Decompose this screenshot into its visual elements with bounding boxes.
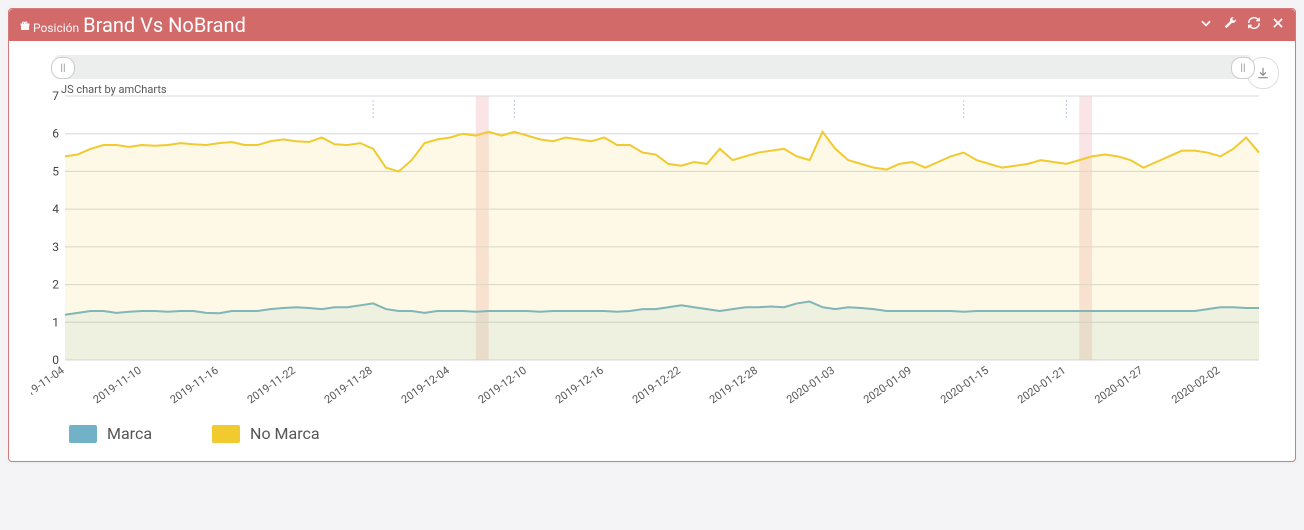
x-tick-label: 2019-12-28 [707, 364, 760, 407]
x-tick-label: 2020-01-09 [861, 364, 914, 407]
x-tick-label: 2020-02-02 [1169, 364, 1222, 407]
x-tick-label: 2019-12-04 [399, 364, 452, 407]
y-tick-label: 4 [52, 202, 59, 216]
legend-swatch-no-marca [212, 425, 240, 443]
close-icon[interactable] [1271, 16, 1285, 34]
x-tick-label: 2019-11-22 [245, 364, 298, 407]
x-tick-label: 2020-01-15 [938, 364, 991, 407]
x-tick-label: 2019-12-16 [553, 364, 606, 407]
wrench-icon[interactable] [1223, 16, 1237, 34]
legend-label-marca: Marca [107, 424, 152, 443]
chart-area: 012345672019-11-042019-11-102019-11-1620… [31, 90, 1273, 420]
legend-item-marca[interactable]: Marca [69, 424, 152, 443]
panel-title: Brand Vs NoBrand [83, 13, 246, 37]
legend-swatch-marca [69, 425, 97, 443]
range-handle-right[interactable]: || [1231, 57, 1255, 79]
x-tick-label: 2019-11-16 [168, 364, 221, 407]
panel-title-group: Posición Brand Vs NoBrand [19, 13, 246, 37]
x-tick-label: 2019-11-10 [91, 364, 144, 407]
time-range-scrollbar[interactable]: || || [55, 55, 1251, 79]
legend-label-no-marca: No Marca [250, 424, 320, 443]
x-tick-label: 2019-11-04 [31, 364, 67, 407]
x-tick-label: 2020-01-27 [1092, 364, 1145, 407]
range-handle-left[interactable]: || [51, 57, 75, 79]
x-tick-label: 2019-12-22 [630, 364, 683, 407]
gift-icon [19, 20, 31, 35]
y-tick-label: 6 [52, 127, 59, 141]
y-tick-label: 5 [52, 164, 59, 178]
series-area [65, 132, 1259, 360]
line-chart: 012345672019-11-042019-11-102019-11-1620… [31, 90, 1277, 420]
y-tick-label: 2 [52, 278, 59, 292]
x-tick-label: 2020-01-03 [784, 364, 837, 407]
y-tick-label: 1 [52, 315, 59, 329]
x-tick-label: 2019-12-10 [476, 364, 529, 407]
panel-pretitle: Posición [19, 20, 79, 35]
x-tick-label: 2019-11-28 [322, 364, 375, 407]
x-tick-label: 2020-01-21 [1015, 364, 1068, 407]
panel-actions [1199, 16, 1285, 34]
chart-legend: Marca No Marca [69, 424, 1283, 443]
legend-item-no-marca[interactable]: No Marca [212, 424, 320, 443]
panel-body: || || JS chart by amCharts 012345672019-… [9, 41, 1295, 461]
y-tick-label: 3 [52, 240, 59, 254]
panel-header: Posición Brand Vs NoBrand [9, 9, 1295, 41]
chart-panel: Posición Brand Vs NoBrand || || JS chart… [8, 8, 1296, 462]
panel-pretitle-text: Posición [33, 21, 79, 35]
y-tick-label: 7 [52, 90, 59, 103]
refresh-icon[interactable] [1247, 16, 1261, 34]
chevron-down-icon[interactable] [1199, 16, 1213, 34]
